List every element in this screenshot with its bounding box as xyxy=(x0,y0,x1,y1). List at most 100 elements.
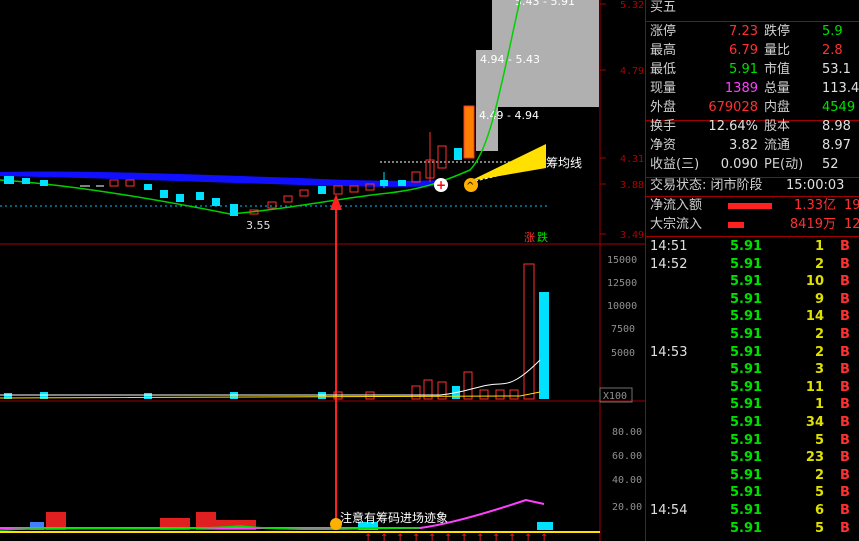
quote-row: 外盘 679028 内盘 4549 xyxy=(646,98,859,118)
tick-price: 5.91 xyxy=(730,362,763,378)
tick-row: 5.91 11 B xyxy=(646,379,859,397)
order-book-label: 买五 xyxy=(650,0,677,15)
volume-tick-label: 10000 xyxy=(607,301,637,312)
block-row: 大宗流入 8419万 12 xyxy=(646,215,859,235)
netflow-value: 1.33亿 xyxy=(794,198,836,213)
status-label: 交易状态: 闭市阶段 xyxy=(650,178,763,193)
tick-volume: 6 xyxy=(814,503,824,518)
tick-row: 5.91 14 B xyxy=(646,308,859,326)
tick-time: 14:51 xyxy=(650,239,688,254)
quote-label: 最低 xyxy=(650,62,677,77)
svg-text:↑: ↑ xyxy=(396,533,404,541)
quote-row: 最低 5.91 市值 53.1 xyxy=(646,60,859,80)
tick-direction: B xyxy=(840,467,850,483)
candles xyxy=(4,105,475,216)
tick-volume: 2 xyxy=(814,467,824,483)
tick-direction: B xyxy=(840,415,850,430)
quote-label: 股本 xyxy=(764,119,791,134)
price-tick-label: 4.79 xyxy=(620,66,644,77)
tick-volume: 34 xyxy=(805,415,824,430)
svg-text:↑: ↑ xyxy=(428,533,436,541)
tick-direction: B xyxy=(840,362,850,378)
quote-row: 最高 6.79 量比 2.8 xyxy=(646,41,859,61)
quote-value: 7.23 xyxy=(729,24,758,39)
tick-price: 5.91 xyxy=(730,274,763,290)
tick-volume: 11 xyxy=(805,379,824,395)
tick-volume: 2 xyxy=(814,344,824,360)
block-extra: 12 xyxy=(844,217,859,232)
divider xyxy=(646,236,859,237)
tick-time: 14:53 xyxy=(650,344,688,360)
tick-direction: B xyxy=(840,239,850,254)
quote-label: 涨停 xyxy=(650,24,677,39)
tick-price: 5.91 xyxy=(730,432,763,448)
tick-row: 14:54 5.91 6 B xyxy=(646,502,859,520)
netflow-extra: 19 xyxy=(844,198,859,213)
tick-direction: B xyxy=(840,327,850,342)
quote-value: 5.9 xyxy=(822,24,843,39)
cost-line-label: 筹均线 xyxy=(546,156,582,170)
price-axis: 5.32 4.79 4.31 3.88 3.49 xyxy=(600,0,644,241)
quote-value: 1389 xyxy=(724,81,758,96)
tick-price: 5.91 xyxy=(730,485,763,501)
chart-area[interactable]: 5.32 4.79 4.31 3.88 3.49 15000 12500 100… xyxy=(0,0,645,541)
tick-direction: B xyxy=(840,256,850,272)
tick-time: 14:54 xyxy=(650,503,688,518)
tick-row: 5.91 5 B xyxy=(646,484,859,502)
svg-text:↑: ↑ xyxy=(524,533,532,541)
tick-row: 5.91 5 B xyxy=(646,432,859,450)
quote-value: 8.98 xyxy=(822,119,851,134)
quote-row: 涨停 7.23 跌停 5.9 xyxy=(646,22,859,42)
quote-value: 2.8 xyxy=(822,43,843,58)
tick-price: 5.91 xyxy=(730,256,763,272)
tick-volume: 9 xyxy=(814,291,824,307)
status-row: 交易状态: 闭市阶段 15:00:03 xyxy=(646,176,859,196)
tick-direction: B xyxy=(840,503,850,518)
svg-text:↑: ↑ xyxy=(540,533,548,541)
quote-value: 113.4 xyxy=(822,81,859,96)
tick-price: 5.91 xyxy=(730,415,763,430)
tick-direction: B xyxy=(840,397,850,413)
svg-text:^: ^ xyxy=(466,181,474,192)
block-bar xyxy=(728,222,744,228)
tick-direction: B xyxy=(840,520,850,536)
netflow-row: 净流入额 1.33亿 19 xyxy=(646,196,859,216)
tick-row: 14:51 5.91 1 B xyxy=(646,238,859,256)
quote-value: 5.91 xyxy=(729,62,758,77)
volume-bars xyxy=(0,263,549,400)
svg-text:+: + xyxy=(436,178,446,192)
kline-chart[interactable]: 5.32 4.79 4.31 3.88 3.49 15000 12500 100… xyxy=(0,0,645,541)
chip-range-label: 4.49 - 4.94 xyxy=(479,109,539,122)
price-tick-label: 3.49 xyxy=(620,230,644,241)
tick-row: 5.91 5 B xyxy=(646,520,859,538)
volume-tick-label: 12500 xyxy=(607,278,637,289)
tick-price: 5.91 xyxy=(730,291,763,307)
indicator-tick-label: 20.00 xyxy=(612,502,642,513)
tick-price: 5.91 xyxy=(730,467,763,483)
tick-volume: 23 xyxy=(805,450,824,466)
tag-up: 涨 xyxy=(524,231,535,244)
svg-text:↑: ↑ xyxy=(412,533,420,541)
svg-text:↑: ↑ xyxy=(492,533,500,541)
quote-value: 8.97 xyxy=(822,138,851,153)
svg-text:↑: ↑ xyxy=(380,533,388,541)
tick-time: 14:52 xyxy=(650,256,688,272)
price-tick-label: 5.32 xyxy=(620,0,644,11)
tick-direction: B xyxy=(840,344,850,360)
tick-volume: 1 xyxy=(814,239,824,254)
quote-label: 量比 xyxy=(764,43,791,58)
quote-label: 换手 xyxy=(650,119,677,134)
price-tick-label: 4.31 xyxy=(620,154,644,165)
quote-label: 收益(三) xyxy=(650,157,700,172)
price-tick-label: 3.88 xyxy=(620,180,644,191)
tick-row: 5.91 34 B xyxy=(646,414,859,432)
low-price-label: 3.55 xyxy=(246,219,271,232)
tick-row: 14:52 5.91 2 B xyxy=(646,256,859,274)
quote-value: 12.64% xyxy=(708,119,758,134)
arrow-head-icon xyxy=(330,194,342,210)
buy-arrow-icons: ↑ ↑ ↑ ↑ ↑ ↑ ↑ ↑ ↑ ↑ ↑ ↑ xyxy=(364,533,548,541)
quote-value: 0.090 xyxy=(720,157,758,172)
quote-label: 净资 xyxy=(650,138,677,153)
tick-volume: 2 xyxy=(814,327,824,342)
chip-range-label: 4.94 - 5.43 xyxy=(480,53,540,66)
